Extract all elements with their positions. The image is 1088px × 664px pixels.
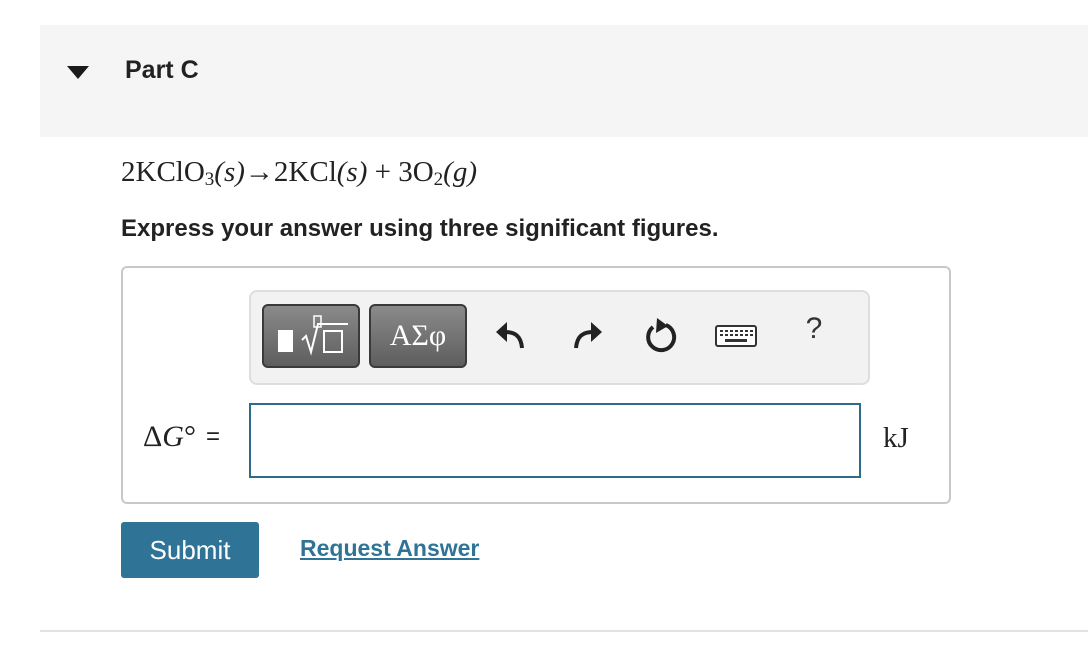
product2-state: (g) [443,156,477,188]
submit-button[interactable]: Submit [121,522,259,578]
chemical-equation: 2KClO3(s)→2KCl(s) + 3O2(g) [121,156,477,189]
reset-icon[interactable] [641,314,681,358]
reactant-subscript: 3 [204,169,215,190]
answer-box: ΑΣφ ? ΔG° = kJ [121,266,951,504]
g-variable: G [162,420,184,453]
undo-icon[interactable] [491,314,531,358]
part-header[interactable]: Part C [40,25,1088,137]
instructions: Express your answer using three signific… [121,215,719,242]
product2-subscript: 2 [433,169,444,190]
answer-input[interactable] [249,403,861,478]
page: Part C 2KClO3(s)→2KCl(s) + 3O2(g) Expres… [0,0,1088,664]
delta-g-label: ΔG° = [143,420,220,454]
math-toolbar: ΑΣφ ? [249,290,870,385]
divider [40,630,1088,632]
product2-formula: O [412,156,434,188]
templates-icon [278,315,348,356]
equals-sign: = [205,423,220,450]
plus-sign: + [374,156,391,188]
greek-symbols-button[interactable]: ΑΣφ [369,304,467,368]
redo-icon[interactable] [567,314,607,358]
unit-label: kJ [883,422,909,454]
greek-symbols-label: ΑΣφ [389,319,447,352]
keyboard-icon[interactable] [714,314,758,358]
templates-button[interactable] [262,304,360,368]
request-answer-link[interactable]: Request Answer [300,535,479,562]
help-button[interactable]: ? [799,312,829,356]
delta-symbol: Δ [143,420,163,453]
degree-symbol: ° [183,420,196,453]
reaction-arrow: → [244,156,274,188]
caret-down-icon[interactable] [67,66,89,79]
product1-state: (s) [336,156,368,188]
product1-coefficient: 2 [273,156,289,188]
reactant-state: (s) [214,156,245,188]
product2-coefficient: 3 [398,156,413,188]
reactant-formula: KClO [135,156,205,188]
product1-formula: KCl [288,156,337,188]
reactant-coefficient: 2 [121,156,136,188]
part-title: Part C [125,56,199,84]
